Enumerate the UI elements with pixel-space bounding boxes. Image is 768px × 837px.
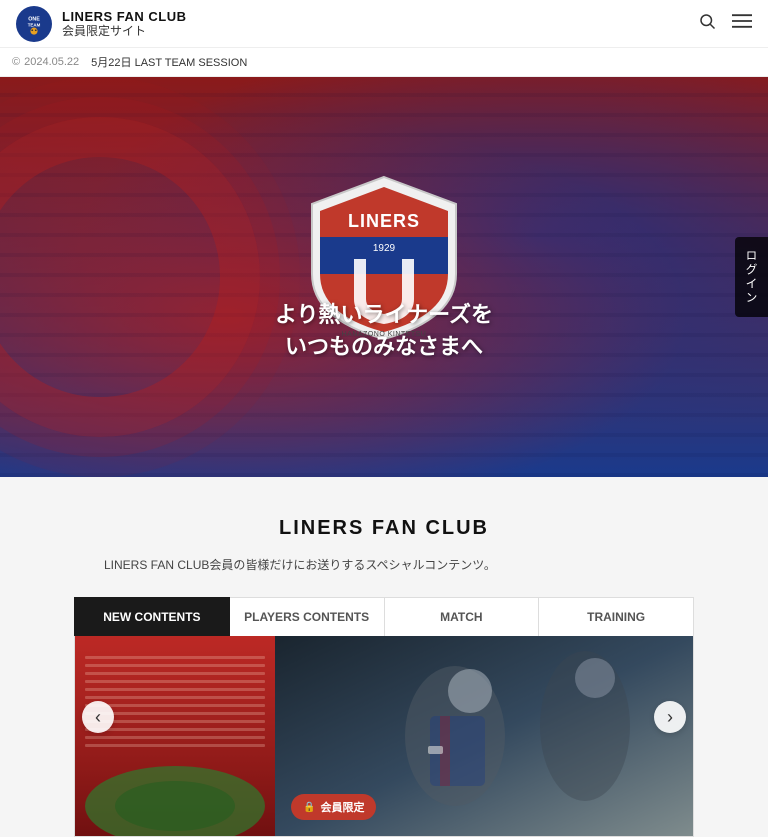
svg-text:LINERS: LINERS <box>348 211 420 231</box>
hero-tagline: より熱いライナーズを いつものみなさまへ <box>275 297 493 361</box>
copyright-icon: © <box>12 56 20 68</box>
member-badge-text: 会員限定 <box>320 799 364 815</box>
tab-training[interactable]: TRAINING <box>539 597 694 636</box>
section-title: LINERS FAN CLUB <box>0 517 768 540</box>
card-players: 🔒 会員限定 <box>275 636 693 836</box>
tab-new-contents[interactable]: NEW CONTENTS <box>74 597 230 636</box>
news-ticker: © 2024.05.22 5月22日 LAST TEAM SESSION <box>0 48 768 77</box>
menu-button[interactable] <box>732 13 752 34</box>
header-title: LINERS FAN CLUB 会員限定サイト <box>62 9 187 39</box>
site-logo: ONE TEAM <box>16 6 52 42</box>
next-arrow-button[interactable]: › <box>654 701 686 733</box>
member-badge: 🔒 会員限定 <box>291 794 376 820</box>
header: ONE TEAM LINERS FAN CLUB 会員限定サイト <box>0 0 768 48</box>
card-stadium-inner <box>75 636 275 836</box>
svg-text:1929: 1929 <box>373 243 396 254</box>
prev-arrow-button[interactable]: ‹ <box>82 701 114 733</box>
tab-players-contents[interactable]: PLAYERS CONTENTS <box>230 597 385 636</box>
prev-arrow-icon: ‹ <box>95 707 101 728</box>
content-cards-area: 🔒 会員限定 <box>74 636 694 837</box>
site-subtitle: 会員限定サイト <box>62 24 187 38</box>
hero-section: LINERS 1929 HANAZONO KINTETSU より熱いライナーズを… <box>0 77 768 477</box>
svg-text:TEAM: TEAM <box>28 22 41 27</box>
header-actions <box>698 12 752 35</box>
tab-match[interactable]: MATCH <box>385 597 540 636</box>
card-stadium <box>75 636 275 836</box>
search-button[interactable] <box>698 12 716 35</box>
news-date: © 2024.05.22 <box>12 56 79 68</box>
site-name: LINERS FAN CLUB <box>62 9 187 25</box>
cards-row: 🔒 会員限定 <box>75 636 693 836</box>
login-tab[interactable]: ログイン <box>735 237 768 317</box>
search-icon <box>698 12 716 30</box>
hamburger-icon <box>732 13 752 29</box>
main-content: LINERS FAN CLUB LINERS FAN CLUB会員の皆様だけにお… <box>0 477 768 837</box>
next-arrow-icon: › <box>667 707 673 728</box>
content-section: NEW CONTENTS PLAYERS CONTENTS MATCH TRAI… <box>74 597 694 837</box>
news-text: 5月22日 LAST TEAM SESSION <box>91 54 247 70</box>
lock-icon: 🔒 <box>303 802 315 813</box>
header-left: ONE TEAM LINERS FAN CLUB 会員限定サイト <box>16 6 187 42</box>
svg-text:ONE: ONE <box>28 16 40 22</box>
hero-text-line2: いつものみなさまへ <box>275 329 493 361</box>
section-description: LINERS FAN CLUB会員の皆様だけにお送りするスペシャルコンテンツ。 <box>84 556 684 573</box>
content-tabs: NEW CONTENTS PLAYERS CONTENTS MATCH TRAI… <box>74 597 694 636</box>
hero-text-line1: より熱いライナーズを <box>275 297 493 329</box>
